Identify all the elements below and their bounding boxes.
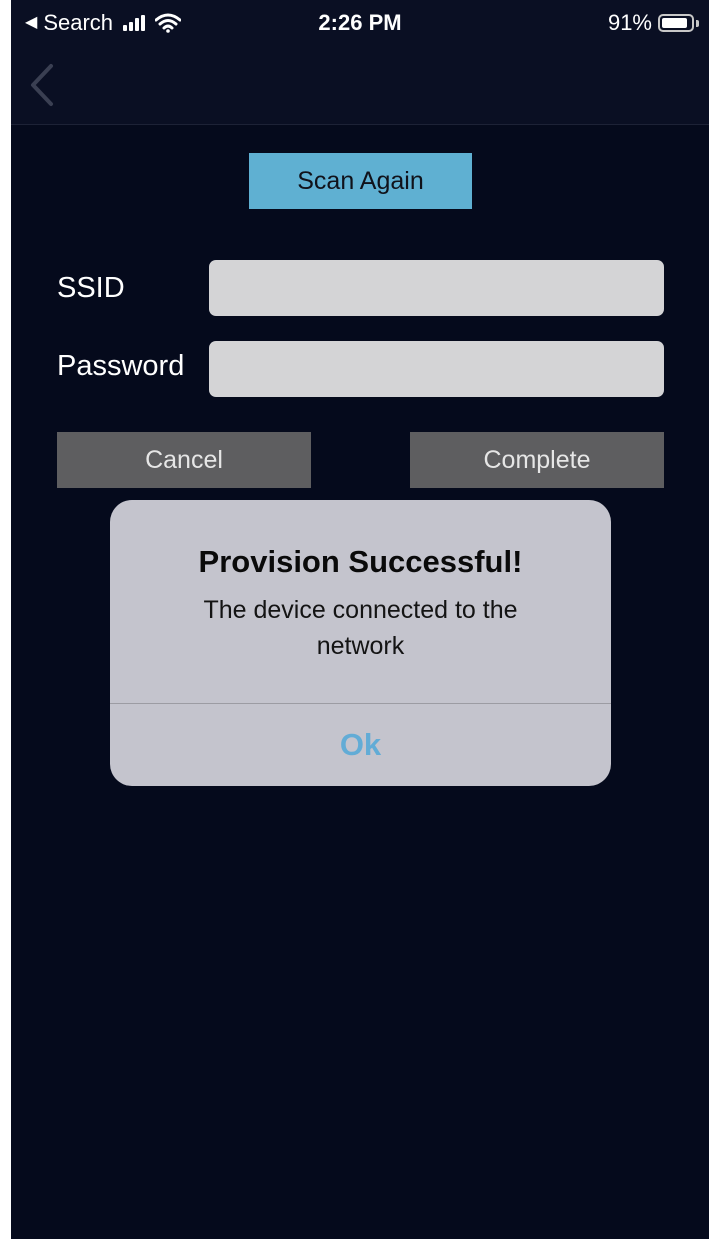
battery-tip	[696, 19, 699, 27]
alert-ok-button[interactable]: Ok	[110, 704, 611, 786]
app-screen: ◀ Search 2:26 PM 91% Scan Again SSID Pas…	[11, 0, 709, 1239]
ssid-label: SSID	[57, 272, 125, 304]
provision-alert-dialog: Provision Successful! The device connect…	[110, 500, 611, 786]
status-time: 2:26 PM	[318, 10, 402, 35]
ssid-input[interactable]	[209, 260, 664, 316]
navigation-bar	[11, 48, 709, 125]
battery-percent: 91%	[607, 10, 652, 35]
scan-again-button[interactable]: Scan Again	[249, 153, 472, 209]
alert-title: Provision Successful!	[198, 544, 523, 579]
cancel-button[interactable]: Cancel	[57, 432, 311, 488]
chevron-left-icon[interactable]	[27, 62, 57, 108]
status-right: 91%	[608, 10, 699, 36]
alert-message: The device connected to the network	[203, 596, 518, 660]
battery-fill	[662, 18, 687, 28]
status-bar: ◀ Search 2:26 PM 91%	[11, 0, 709, 48]
battery-icon	[658, 14, 694, 32]
password-label: Password	[57, 350, 185, 382]
password-input[interactable]	[209, 341, 664, 397]
complete-button[interactable]: Complete	[410, 432, 664, 488]
